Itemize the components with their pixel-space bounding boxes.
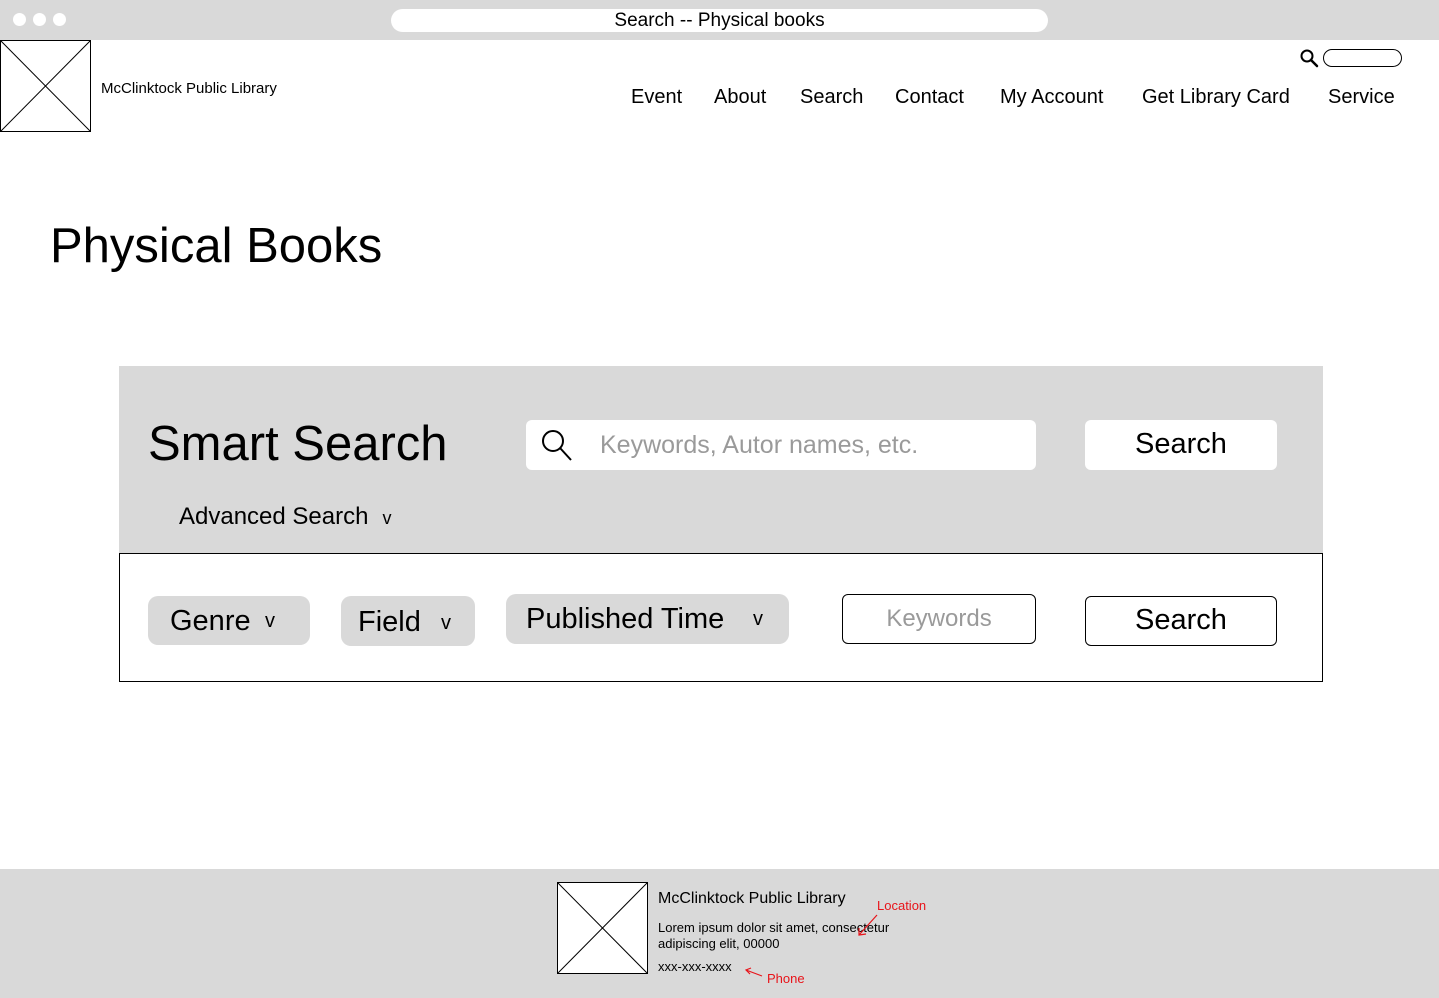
image-placeholder-icon bbox=[1, 41, 90, 131]
advanced-search-button[interactable]: Search bbox=[1085, 596, 1277, 646]
library-logo-placeholder[interactable] bbox=[0, 40, 91, 132]
field-dropdown[interactable]: Field v bbox=[341, 596, 475, 646]
nav-event[interactable]: Event bbox=[631, 86, 682, 109]
search-icon[interactable] bbox=[1299, 48, 1319, 68]
chevron-down-icon: v bbox=[753, 608, 763, 630]
chevron-down-icon: v bbox=[382, 508, 392, 528]
nav-my-account[interactable]: My Account bbox=[1000, 86, 1103, 109]
nav-get-library-card[interactable]: Get Library Card bbox=[1142, 86, 1290, 109]
nav-contact[interactable]: Contact bbox=[895, 86, 964, 109]
header-search-input[interactable] bbox=[1323, 49, 1402, 67]
library-name: McClinktock Public Library bbox=[101, 80, 277, 97]
nav-about[interactable]: About bbox=[714, 86, 766, 109]
footer-address: Lorem ipsum dolor sit amet, consectetur … bbox=[658, 920, 890, 951]
chevron-down-icon: v bbox=[265, 610, 275, 632]
nav-service[interactable]: Service bbox=[1328, 86, 1395, 109]
smart-search-title: Smart Search bbox=[148, 417, 448, 471]
footer-library-name: McClinktock Public Library bbox=[658, 890, 846, 907]
footer-phone: xxx-xxx-xxxx bbox=[658, 959, 732, 974]
image-placeholder-icon bbox=[558, 883, 647, 973]
address-bar[interactable]: Search -- Physical books bbox=[391, 9, 1048, 32]
page-title: Physical Books bbox=[50, 219, 383, 273]
annotation-location: Location bbox=[877, 898, 927, 913]
advanced-search-toggle[interactable]: Advanced Search v bbox=[179, 503, 391, 531]
smart-search-input[interactable] bbox=[600, 421, 1020, 469]
nav-search[interactable]: Search bbox=[800, 86, 863, 109]
field-label: Field bbox=[358, 606, 421, 638]
window-dot-minimize[interactable] bbox=[33, 13, 46, 26]
smart-search-button[interactable]: Search bbox=[1085, 420, 1277, 470]
search-icon bbox=[540, 427, 574, 463]
published-time-dropdown[interactable]: Published Time v bbox=[506, 594, 789, 644]
genre-dropdown[interactable]: Genre v bbox=[148, 596, 310, 645]
advanced-search-label: Advanced Search bbox=[179, 503, 369, 530]
keywords-input[interactable] bbox=[842, 594, 1036, 644]
footer-logo-placeholder bbox=[557, 882, 648, 974]
chevron-down-icon: v bbox=[441, 612, 451, 634]
published-time-label: Published Time bbox=[526, 603, 725, 635]
window-dot-maximize[interactable] bbox=[53, 13, 66, 26]
genre-label: Genre bbox=[170, 605, 251, 637]
annotation-phone: Phone bbox=[767, 971, 805, 986]
window-dot-close[interactable] bbox=[13, 13, 26, 26]
